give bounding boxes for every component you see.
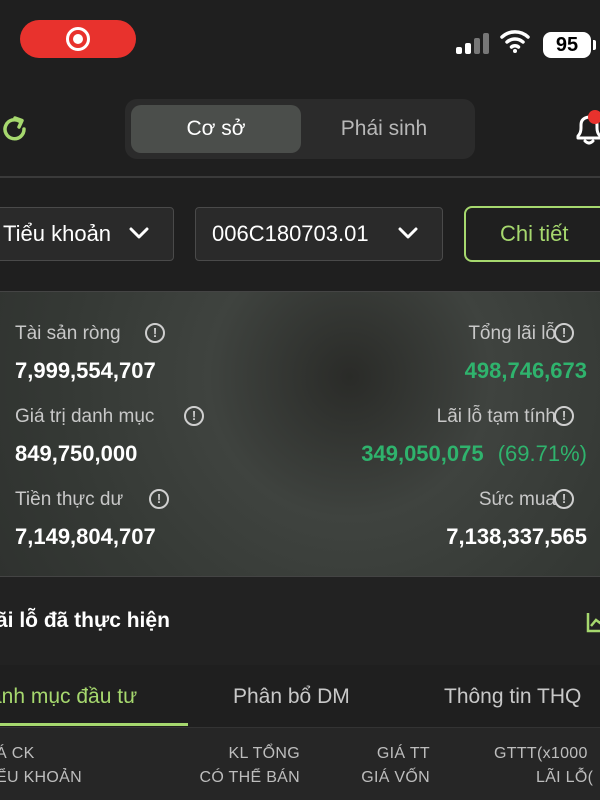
market-segment-control: Cơ sở Phái sinh <box>125 99 475 159</box>
portfolio-table-header: Á CK ỂU KHOẢN KL TỔNG CÓ THỂ BÁN GIÁ TT … <box>0 727 600 800</box>
screen-recording-indicator[interactable] <box>20 20 136 58</box>
portfolio-tabs: anh mục đầu tư Phân bổ DM Thông tin THQ <box>0 665 600 727</box>
detail-button[interactable]: Chi tiết <box>464 206 600 262</box>
sub-account-label: Tiểu khoản <box>3 221 112 246</box>
chevron-down-icon <box>129 227 149 239</box>
portfolio-value-value: 849,750,000 <box>15 441 138 466</box>
cash-label: Tiền thực dư <box>15 489 124 510</box>
buying-power-label: Sức mua <box>478 489 556 510</box>
col-subaccount-header[interactable]: ỂU KHOẢN <box>0 769 82 787</box>
temp-pl-value: 349,050,075 <box>361 441 484 466</box>
net-assets-value: 7,999,554,707 <box>15 358 156 383</box>
status-bar: 95 <box>0 0 600 80</box>
tab-allocation[interactable]: Phân bổ DM <box>233 685 350 709</box>
notification-badge <box>588 110 600 124</box>
top-header: Cơ sở Phái sinh <box>0 80 600 176</box>
active-tab-indicator <box>0 723 188 726</box>
chevron-down-icon <box>398 227 418 239</box>
col-cost-price-header[interactable]: GIÁ VỐN <box>361 769 430 787</box>
info-icon[interactable] <box>149 489 169 509</box>
wifi-icon <box>500 30 530 53</box>
info-icon[interactable] <box>554 489 574 509</box>
sub-account-dropdown[interactable]: Tiểu khoản <box>0 207 174 261</box>
total-pl-value: 498,746,673 <box>464 358 587 383</box>
cash-value: 7,149,804,707 <box>15 524 156 549</box>
col-pl-header[interactable]: LÃI LỖ( <box>536 769 593 787</box>
tab-phai-sinh[interactable]: Phái sinh <box>299 105 469 153</box>
chart-icon[interactable] <box>586 611 600 633</box>
col-market-value-header[interactable]: GTTT(x1000 <box>494 745 588 763</box>
net-assets-label: Tài sản ròng <box>15 323 121 344</box>
info-icon[interactable] <box>145 323 165 343</box>
info-icon[interactable] <box>554 323 574 343</box>
tab-rights-info[interactable]: Thông tin THQ <box>444 685 581 709</box>
tab-portfolio[interactable]: anh mục đầu tư <box>0 685 137 709</box>
buying-power-value: 7,138,337,565 <box>446 524 587 549</box>
account-number-value: 006C180703.01 <box>212 221 369 246</box>
total-pl-label: Tổng lãi lỗ <box>468 323 556 344</box>
temp-pl-percent: (69.71%) <box>497 441 587 466</box>
portfolio-value-label: Giá trị danh mục <box>15 406 155 427</box>
header-divider <box>0 176 600 178</box>
battery-indicator: 95 <box>543 32 596 58</box>
col-total-qty-header[interactable]: KL TỔNG <box>229 745 300 763</box>
info-icon[interactable] <box>554 406 574 426</box>
info-icon[interactable] <box>184 406 204 426</box>
realized-pl-row[interactable]: ãi lỗ đã thực hiện <box>0 577 600 665</box>
temp-pl-label: Lãi lỗ tạm tính <box>436 406 556 427</box>
record-icon <box>66 27 90 51</box>
asset-summary-card: Tài sản ròng 7,999,554,707 Tổng lãi lỗ 4… <box>0 291 600 577</box>
col-market-price-header[interactable]: GIÁ TT <box>377 745 430 763</box>
realized-pl-title: ãi lỗ đã thực hiện <box>0 609 170 632</box>
temp-pl-row: 349,050,075 (69.71%) <box>361 441 587 467</box>
col-sellable-header[interactable]: CÓ THỂ BÁN <box>200 769 301 787</box>
tab-co-so[interactable]: Cơ sở <box>131 105 301 153</box>
cellular-signal-icon <box>456 32 492 54</box>
account-number-dropdown[interactable]: 006C180703.01 <box>195 207 443 261</box>
col-symbol-header[interactable]: Á CK <box>0 745 35 763</box>
refresh-icon[interactable] <box>0 114 30 144</box>
